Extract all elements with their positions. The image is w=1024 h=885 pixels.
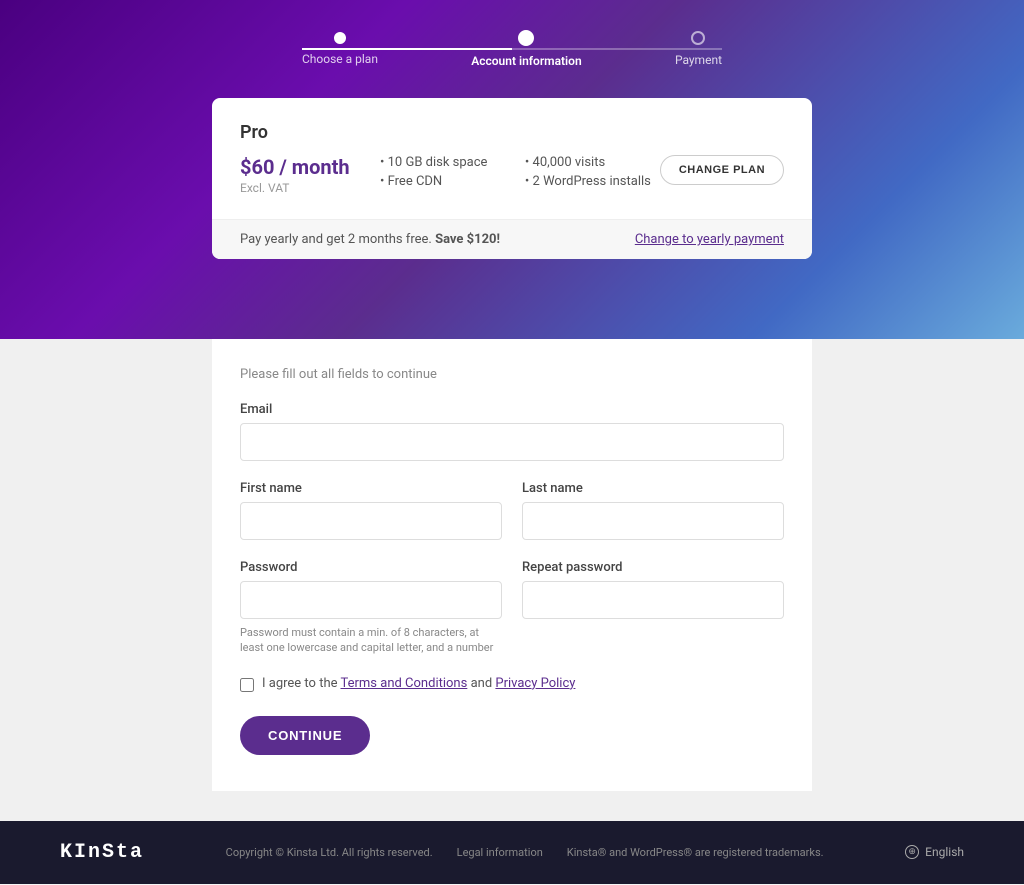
footer-center: Copyright © Kinsta Ltd. All rights reser… [226, 846, 824, 859]
lastname-group: Last name [522, 481, 784, 540]
stepper-steps: Choose a plan Account information Paymen… [302, 30, 722, 68]
stepper-step-2: Account information [471, 30, 581, 68]
plan-feature-1: • 10 GB disk space [380, 155, 515, 170]
form-instruction: Please fill out all fields to continue [240, 367, 784, 382]
stepper-step-1: Choose a plan [302, 32, 378, 66]
footer-language-label: English [925, 845, 964, 859]
plan-feature-3: • 40,000 visits [525, 155, 660, 170]
step-label-2: Account information [471, 54, 581, 68]
firstname-group: First name [240, 481, 502, 540]
footer-legal-link[interactable]: Legal information [457, 846, 543, 859]
globe-icon: ⊕ [905, 845, 919, 859]
email-group: Email [240, 402, 784, 461]
password-row: Password Password must contain a min. of… [240, 560, 784, 656]
plan-details: $60 / month Excl. VAT • 10 GB disk space… [240, 155, 784, 195]
continue-button[interactable]: CONTINUE [240, 716, 370, 755]
plan-price-section: $60 / month Excl. VAT [240, 155, 360, 195]
plan-price-note: Excl. VAT [240, 181, 360, 195]
firstname-label: First name [240, 481, 502, 496]
step-circle-2 [518, 30, 534, 46]
step-label-3: Payment [675, 53, 722, 67]
change-plan-button[interactable]: CHANGE PLAN [660, 155, 784, 185]
name-row: First name Last name [240, 481, 784, 540]
lastname-input[interactable] [522, 502, 784, 540]
step-label-1: Choose a plan [302, 52, 378, 66]
repeat-password-label: Repeat password [522, 560, 784, 575]
repeat-password-input[interactable] [522, 581, 784, 619]
firstname-input[interactable] [240, 502, 502, 540]
footer: KInSta Copyright © Kinsta Ltd. All right… [0, 821, 1024, 884]
step-circle-3 [691, 31, 705, 45]
terms-conditions-link[interactable]: Terms and Conditions [340, 676, 467, 691]
form-card: Please fill out all fields to continue E… [212, 339, 812, 791]
lastname-label: Last name [522, 481, 784, 496]
privacy-policy-link[interactable]: Privacy Policy [495, 676, 575, 691]
plan-feature-2: • Free CDN [380, 174, 515, 189]
password-group: Password Password must contain a min. of… [240, 560, 502, 656]
email-label: Email [240, 402, 784, 417]
stepper: Choose a plan Account information Paymen… [0, 30, 1024, 68]
plan-info: Pro $60 / month Excl. VAT • 10 GB disk s… [212, 98, 812, 219]
yearly-banner: Pay yearly and get 2 months free. Save $… [212, 219, 812, 259]
change-to-yearly-link[interactable]: Change to yearly payment [635, 232, 784, 247]
main-content: Please fill out all fields to continue E… [0, 339, 1024, 821]
plan-price: $60 / month [240, 155, 360, 179]
footer-copyright: Copyright © Kinsta Ltd. All rights reser… [226, 846, 433, 859]
yearly-save: Save $120! [435, 232, 500, 247]
terms-text: I agree to the Terms and Conditions and … [262, 676, 575, 691]
footer-trademark: Kinsta® and WordPress® are registered tr… [567, 846, 824, 859]
password-label: Password [240, 560, 502, 575]
plan-card: Pro $60 / month Excl. VAT • 10 GB disk s… [212, 98, 812, 259]
plan-features-left: • 10 GB disk space • Free CDN [360, 155, 515, 189]
password-hint: Password must contain a min. of 8 charac… [240, 625, 502, 656]
step-circle-1 [334, 32, 346, 44]
hero-section: Choose a plan Account information Paymen… [0, 0, 1024, 339]
plan-features-right: • 40,000 visits • 2 WordPress installs [515, 155, 660, 189]
plan-feature-4: • 2 WordPress installs [525, 174, 660, 189]
terms-checkbox[interactable] [240, 678, 254, 692]
stepper-step-3: Payment [675, 31, 722, 67]
repeat-password-group: Repeat password [522, 560, 784, 656]
footer-language[interactable]: ⊕ English [905, 845, 964, 859]
password-input[interactable] [240, 581, 502, 619]
yearly-text: Pay yearly and get 2 months free. Save $… [240, 232, 500, 247]
email-input[interactable] [240, 423, 784, 461]
plan-name: Pro [240, 122, 784, 143]
terms-row: I agree to the Terms and Conditions and … [240, 676, 784, 692]
footer-logo: KInSta [60, 841, 144, 864]
